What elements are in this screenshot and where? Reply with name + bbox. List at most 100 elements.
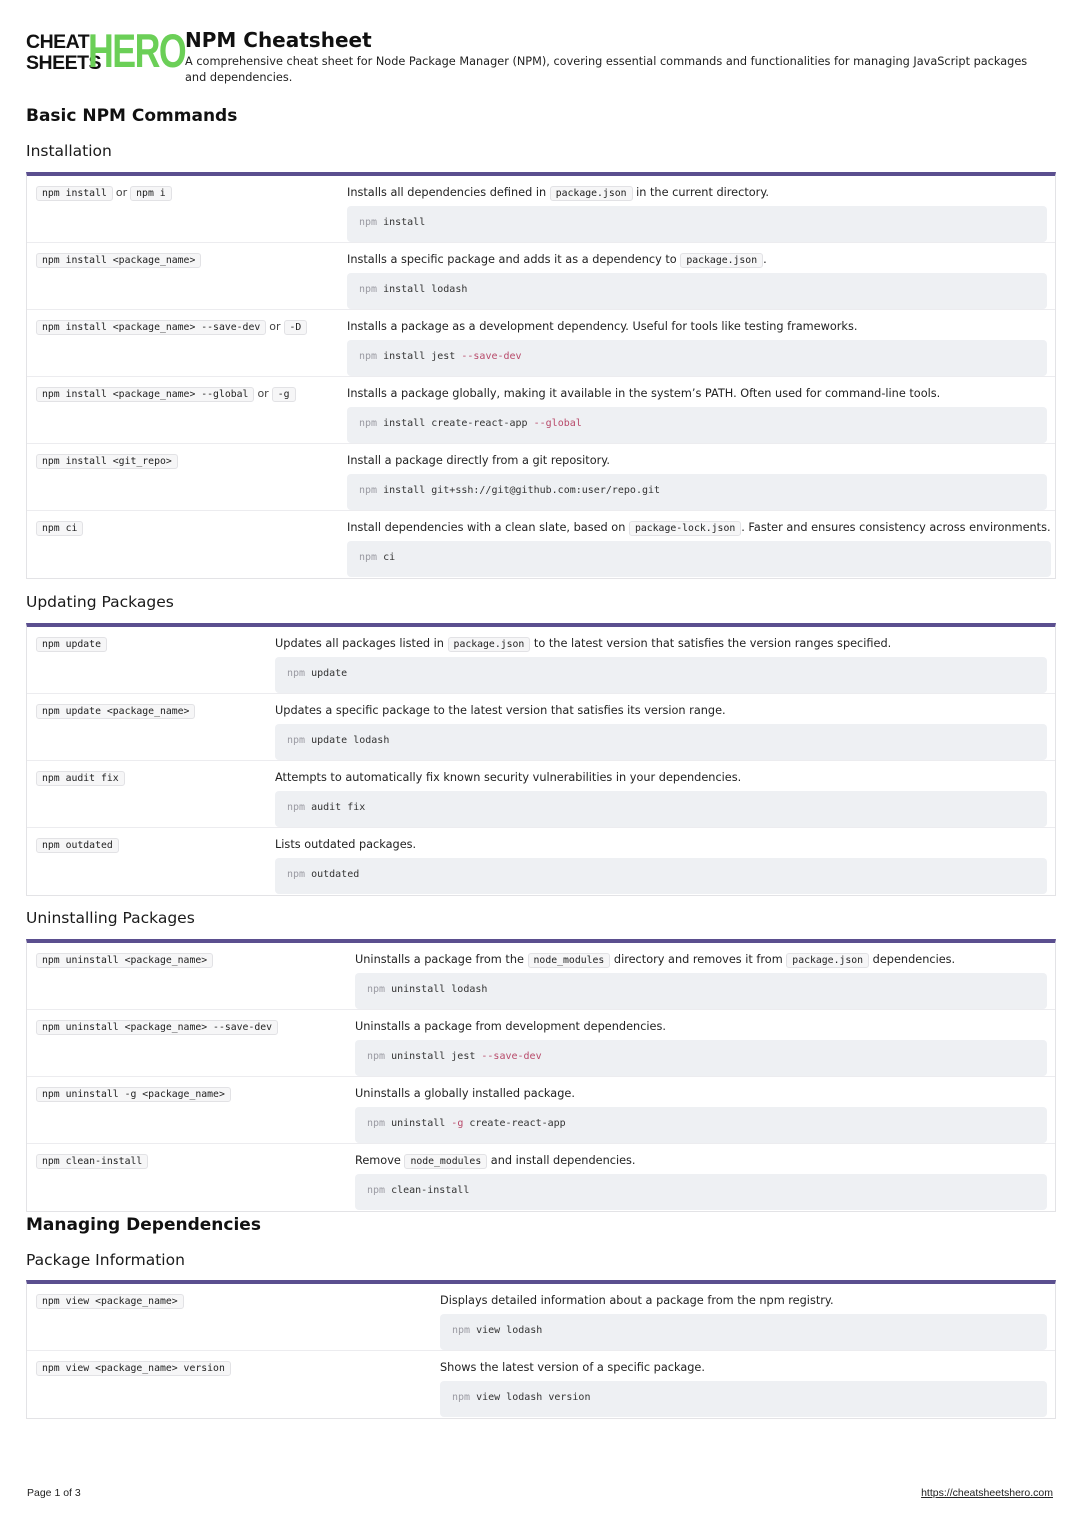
code-example[interactable]: npm uninstall -g create-react-app [355,1107,1047,1143]
description-cell: Lists outdated packages. npm outdated [275,828,1055,895]
inline-code: package.json [680,253,764,268]
code-keyword: npm [452,1392,471,1403]
description-cell: Install a package directly from a git re… [347,444,1055,510]
text-span: Installs a package as a development depe… [347,320,858,333]
text-span: to the latest version that satisfies the… [530,637,892,650]
subsection-title: Updating Packages [26,593,174,611]
text-span: Displays detailed information about a pa… [440,1294,834,1307]
code-example[interactable]: npm install git+ssh://git@github.com:use… [347,474,1047,510]
subsection-title: Uninstalling Packages [26,909,195,927]
code-text: audit fix [305,802,366,813]
command-cell: npm uninstall <package_name> [27,943,355,1009]
code-text: update [305,668,348,679]
or-text: or [257,387,269,400]
code-keyword: npm [452,1325,471,1336]
subsection-title: Package Information [26,1251,185,1269]
description-text: Uninstalls a globally installed package. [355,1086,1047,1104]
commands-table: npm view <package_name> Displays detailed… [26,1280,1056,1419]
text-span: dependencies. [869,953,956,966]
code-flag: --save-dev [481,1051,542,1062]
code-example[interactable]: npm audit fix [275,791,1047,827]
command-code: npm ci [36,521,84,536]
text-span: Remove [355,1154,405,1167]
command-cell: npm install <git_repo> [27,444,347,510]
text-span: directory and removes it from [610,953,787,966]
description-cell: Displays detailed information about a pa… [440,1284,1055,1350]
code-example[interactable]: npm install [347,206,1047,242]
code-example[interactable]: npm view lodash version [440,1381,1047,1417]
page-header: CHEAT SHEETS HERO NPM Cheatsheet A compre… [26,27,1056,86]
code-flag: --save-dev [461,351,522,362]
site-link[interactable]: https://cheatsheetshero.com [921,1487,1053,1499]
code-example[interactable]: npm view lodash [440,1314,1047,1350]
description-cell: Installs a package globally, making it a… [347,377,1055,443]
code-keyword: npm [359,552,378,563]
text-span: Uninstalls a package from development de… [355,1020,666,1033]
text-span: Install dependencies with a clean slate,… [347,521,629,534]
table-row: npm clean-install Remove node_modules and… [27,1144,1055,1211]
page-title: NPM Cheatsheet [185,28,372,52]
page-subtitle: A comprehensive cheat sheet for Node Pac… [185,55,1028,84]
table-row: npm update Updates all packages listed in… [27,627,1055,694]
code-example[interactable]: npm uninstall jest --save-dev [355,1040,1047,1076]
table-row: npm outdated Lists outdated packages. npm … [27,828,1055,895]
code-text: install jest [377,351,462,362]
text-span: Installs a specific package and adds it … [347,253,681,266]
commands-table: npm install or npm i Installs all dependenc… [26,172,1056,579]
code-example[interactable]: npm install jest --save-dev [347,340,1047,376]
code-example[interactable]: npm ci [347,541,1051,577]
command-cell: npm install <package_name> [27,243,347,309]
command-code: npm install [36,186,113,201]
code-text: clean-install [385,1185,470,1196]
section-title: Basic NPM Commands [26,106,238,126]
text-span: Updates a specific package to the latest… [275,704,726,717]
cheatsheetshero-logo[interactable]: CHEAT SHEETS HERO [26,27,187,76]
description-cell: Attempts to automatically fix known secu… [275,761,1055,827]
command-code: npm update <package_name> [36,704,196,719]
description-text: Attempts to automatically fix known secu… [275,770,1047,788]
commands-table: npm uninstall <package_name> Uninstalls a… [26,939,1056,1212]
code-example[interactable]: npm uninstall lodash [355,973,1047,1009]
code-example[interactable]: npm outdated [275,858,1047,894]
command-cell: npm uninstall -g <package_name> [27,1077,355,1143]
text-span: Install a package directly from a git re… [347,454,610,467]
description-cell: Installs all dependencies defined in pac… [347,176,1055,242]
inline-code: package-lock.json [628,521,742,536]
code-example[interactable]: npm install create-react-app --global [347,407,1047,443]
logo-hero: HERO [88,24,187,77]
code-example[interactable]: npm update lodash [275,724,1047,760]
code-text: uninstall [385,1118,452,1129]
command-cell: npm audit fix [27,761,275,827]
description-text: Install a package directly from a git re… [347,453,1047,471]
text-span: Uninstalls a globally installed package. [355,1087,575,1100]
command-code: npm update [36,637,107,652]
description-text: Displays detailed information about a pa… [440,1293,1047,1311]
inline-code: node_modules [527,953,611,968]
code-keyword: npm [287,802,306,813]
code-keyword: npm [367,984,386,995]
text-span: Updates all packages listed in [275,637,448,650]
command-cell: npm update [27,627,275,693]
command-code: npm install <package_name> [36,253,202,268]
command-code: npm clean-install [36,1154,149,1169]
command-cell: npm ci [27,511,347,578]
table-row: npm uninstall -g <package_name> Uninstall… [27,1077,1055,1144]
code-text: outdated [305,869,360,880]
inline-code: package.json [447,637,531,652]
code-example[interactable]: npm install lodash [347,273,1047,309]
description-cell: Updates a specific package to the latest… [275,694,1055,760]
or-text: or [115,186,128,199]
inline-code: package.json [786,953,870,968]
code-example[interactable]: npm clean-install [355,1174,1047,1210]
text-span: Uninstalls a package from the [355,953,528,966]
description-text: Shows the latest version of a specific p… [440,1360,1047,1378]
command-cell: npm view <package_name> [27,1284,440,1350]
text-span: Attempts to automatically fix known secu… [275,771,742,784]
command-cell: npm uninstall <package_name> --save-dev [27,1010,355,1076]
description-cell: Uninstalls a package from development de… [355,1010,1055,1076]
code-example[interactable]: npm update [275,657,1047,693]
code-keyword: npm [287,869,306,880]
command-cell: npm update <package_name> [27,694,275,760]
command-code: npm view <package_name> [36,1294,184,1309]
description-cell: Installs a specific package and adds it … [347,243,1055,309]
